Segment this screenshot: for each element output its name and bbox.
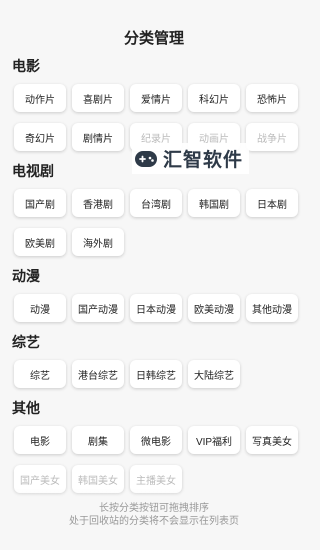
category-chip[interactable]: 港台综艺	[72, 360, 124, 388]
category-chip[interactable]: 恐怖片	[246, 84, 298, 112]
header-bar: 分类管理	[0, 0, 308, 60]
category-chip[interactable]: 剧情片	[72, 123, 124, 151]
category-chip[interactable]: 日本剧	[246, 189, 298, 217]
category-chip[interactable]: 韩国剧	[188, 189, 240, 217]
category-chip[interactable]: 日本动漫	[130, 294, 182, 322]
section-title: 动漫	[12, 268, 40, 284]
category-chip[interactable]: 科幻片	[188, 84, 240, 112]
category-chip-grid: 综艺 港台综艺 日韩综艺 大陆综艺	[12, 360, 308, 388]
section-title: 其他	[12, 400, 40, 416]
category-list[interactable]: 电影 动作片 喜剧片 爱情片 科幻片 恐怖片 奇幻片 剧情片 纪录片 动画片 战争片 电视剧 国产剧 香港…	[0, 52, 308, 550]
category-chip[interactable]: 台湾剧	[130, 189, 182, 217]
category-section: 电视剧 国产剧 香港剧 台湾剧 韩国剧 日本剧 欧美剧 海外剧	[0, 161, 308, 256]
watermark-logo-icon	[135, 150, 157, 167]
watermark: 汇智软件	[132, 143, 250, 174]
footer-hint-drag: 长按分类按钮可拖拽排序	[99, 503, 209, 514]
category-chip[interactable]: 大陆综艺	[188, 360, 240, 388]
category-chip[interactable]: 电影	[14, 426, 66, 454]
category-chip[interactable]: 国产动漫	[72, 294, 124, 322]
category-section: 动漫 动漫 国产动漫 日本动漫 欧美动漫 其他动漫	[0, 266, 308, 322]
category-chip[interactable]: 爱情片	[130, 84, 182, 112]
category-chip[interactable]: 欧美动漫	[188, 294, 240, 322]
category-section: 综艺 综艺 港台综艺 日韩综艺 大陆综艺	[0, 332, 308, 388]
category-chip[interactable]: 其他动漫	[246, 294, 298, 322]
category-chip[interactable]: 国产剧	[14, 189, 66, 217]
category-chip-grid: 电影 剧集 微电影 VIP福利 写真美女 国产美女 韩国美女 主播美女	[12, 426, 308, 493]
category-chip[interactable]: 喜剧片	[72, 84, 124, 112]
category-chip[interactable]: 海外剧	[72, 228, 124, 256]
category-chip-grid: 国产剧 香港剧 台湾剧 韩国剧 日本剧欧美剧 海外剧	[12, 189, 308, 256]
category-chip[interactable]: VIP福利	[188, 426, 240, 454]
category-chip[interactable]: 动漫	[14, 294, 66, 322]
category-chip-grid: 动漫 国产动漫 日本动漫 欧美动漫 其他动漫	[12, 294, 308, 322]
footer-hint: 长按分类按钮可拖拽排序 处于回收站的分类将不会显示在列表页	[0, 488, 308, 550]
section-title: 电影	[12, 58, 40, 74]
category-section: 电影 动作片 喜剧片 爱情片 科幻片 恐怖片 奇幻片 剧情片 纪录片 动画片 战争片	[0, 56, 308, 151]
category-chip[interactable]: 香港剧	[72, 189, 124, 217]
category-chip[interactable]: 写真美女	[246, 426, 298, 454]
category-chip[interactable]: 奇幻片	[14, 123, 66, 151]
watermark-text: 汇智软件	[163, 150, 244, 171]
category-chip[interactable]: 微电影	[130, 426, 182, 454]
section-title: 综艺	[12, 334, 40, 350]
category-section: 其他 电影 剧集 微电影 VIP福利 写真美女 国产美女 韩国美女 主播美女	[0, 398, 308, 493]
category-chip[interactable]: 欧美剧	[14, 228, 66, 256]
category-chip[interactable]: 综艺	[14, 360, 66, 388]
page-title: 分类管理	[123, 29, 184, 47]
footer-hint-recycle: 处于回收站的分类将不会显示在列表页	[69, 516, 239, 527]
category-chip[interactable]: 动作片	[14, 84, 66, 112]
sections-container: 电影 动作片 喜剧片 爱情片 科幻片 恐怖片 奇幻片 剧情片 纪录片 动画片 战争片 电视剧 国产剧 香港…	[0, 56, 308, 493]
category-chip[interactable]: 战争片	[246, 123, 298, 151]
category-chip-grid: 动作片 喜剧片 爱情片 科幻片 恐怖片 奇幻片 剧情片 纪录片 动画片 战争片	[12, 84, 308, 151]
category-chip[interactable]: 日韩综艺	[130, 360, 182, 388]
category-chip[interactable]: 剧集	[72, 426, 124, 454]
